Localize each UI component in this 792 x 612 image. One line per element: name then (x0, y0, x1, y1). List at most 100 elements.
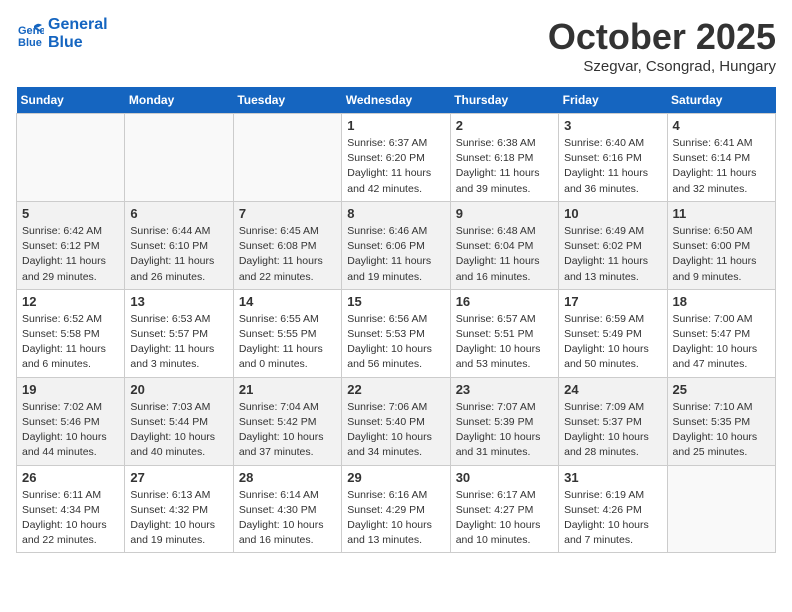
day-info: Sunrise: 6:44 AM Sunset: 6:10 PM Dayligh… (130, 224, 227, 285)
calendar-week-4: 19 Sunrise: 7:02 AM Sunset: 5:46 PM Dayli… (17, 377, 776, 465)
calendar-cell: 23 Sunrise: 7:07 AM Sunset: 5:39 PM Dayli… (450, 377, 558, 465)
day-number: 17 (564, 294, 661, 309)
calendar-cell: 24 Sunrise: 7:09 AM Sunset: 5:37 PM Dayli… (559, 377, 667, 465)
calendar-cell: 11 Sunrise: 6:50 AM Sunset: 6:00 PM Dayli… (667, 201, 775, 289)
day-number: 4 (673, 118, 770, 133)
calendar-cell: 19 Sunrise: 7:02 AM Sunset: 5:46 PM Dayli… (17, 377, 125, 465)
day-number: 5 (22, 206, 119, 221)
day-info: Sunrise: 6:13 AM Sunset: 4:32 PM Dayligh… (130, 488, 227, 549)
day-info: Sunrise: 6:14 AM Sunset: 4:30 PM Dayligh… (239, 488, 336, 549)
day-info: Sunrise: 6:56 AM Sunset: 5:53 PM Dayligh… (347, 312, 444, 373)
day-number: 8 (347, 206, 444, 221)
day-number: 13 (130, 294, 227, 309)
calendar-cell (667, 465, 775, 553)
column-header-friday: Friday (559, 87, 667, 114)
calendar-week-5: 26Sunrise: 6:11 AM Sunset: 4:34 PM Dayli… (17, 465, 776, 553)
calendar-cell: 22Sunrise: 7:06 AM Sunset: 5:40 PM Dayli… (342, 377, 450, 465)
calendar-cell: 3Sunrise: 6:40 AM Sunset: 6:16 PM Daylig… (559, 114, 667, 202)
calendar-cell: 2Sunrise: 6:38 AM Sunset: 6:18 PM Daylig… (450, 114, 558, 202)
column-header-monday: Monday (125, 87, 233, 114)
calendar-cell: 25 Sunrise: 7:10 AM Sunset: 5:35 PM Dayli… (667, 377, 775, 465)
column-header-saturday: Saturday (667, 87, 775, 114)
day-number: 12 (22, 294, 119, 309)
logo-icon: General Blue (16, 20, 44, 48)
day-number: 6 (130, 206, 227, 221)
calendar-cell: 18Sunrise: 7:00 AM Sunset: 5:47 PM Dayli… (667, 289, 775, 377)
day-info: Sunrise: 7:02 AM Sunset: 5:46 PM Dayligh… (22, 400, 119, 461)
day-number: 23 (456, 382, 553, 397)
day-number: 28 (239, 470, 336, 485)
day-info: Sunrise: 7:07 AM Sunset: 5:39 PM Dayligh… (456, 400, 553, 461)
day-info: Sunrise: 6:48 AM Sunset: 6:04 PM Dayligh… (456, 224, 553, 285)
calendar-cell: 12 Sunrise: 6:52 AM Sunset: 5:58 PM Dayli… (17, 289, 125, 377)
day-info: Sunrise: 6:37 AM Sunset: 6:20 PM Dayligh… (347, 136, 444, 197)
day-info: Sunrise: 7:06 AM Sunset: 5:40 PM Dayligh… (347, 400, 444, 461)
day-number: 24 (564, 382, 661, 397)
day-number: 18 (673, 294, 770, 309)
day-number: 2 (456, 118, 553, 133)
day-number: 3 (564, 118, 661, 133)
month-title: October 2025 (548, 16, 776, 58)
day-info: Sunrise: 6:59 AM Sunset: 5:49 PM Dayligh… (564, 312, 661, 373)
calendar-cell: 4 Sunrise: 6:41 AM Sunset: 6:14 PM Daylig… (667, 114, 775, 202)
day-number: 7 (239, 206, 336, 221)
calendar-cell: 30 Sunrise: 6:17 AM Sunset: 4:27 PM Dayli… (450, 465, 558, 553)
calendar-cell: 10Sunrise: 6:49 AM Sunset: 6:02 PM Dayli… (559, 201, 667, 289)
calendar-cell: 5 Sunrise: 6:42 AM Sunset: 6:12 PM Daylig… (17, 201, 125, 289)
day-info: Sunrise: 6:16 AM Sunset: 4:29 PM Dayligh… (347, 488, 444, 549)
day-info: Sunrise: 7:09 AM Sunset: 5:37 PM Dayligh… (564, 400, 661, 461)
calendar-cell (17, 114, 125, 202)
calendar-cell (233, 114, 341, 202)
day-info: Sunrise: 6:49 AM Sunset: 6:02 PM Dayligh… (564, 224, 661, 285)
calendar-cell: 17 Sunrise: 6:59 AM Sunset: 5:49 PM Dayli… (559, 289, 667, 377)
day-info: Sunrise: 6:42 AM Sunset: 6:12 PM Dayligh… (22, 224, 119, 285)
title-block: October 2025 Szegvar, Csongrad, Hungary (548, 16, 776, 75)
calendar-cell: 1Sunrise: 6:37 AM Sunset: 6:20 PM Daylig… (342, 114, 450, 202)
calendar-week-2: 5 Sunrise: 6:42 AM Sunset: 6:12 PM Daylig… (17, 201, 776, 289)
calendar-cell: 16Sunrise: 6:57 AM Sunset: 5:51 PM Dayli… (450, 289, 558, 377)
day-info: Sunrise: 6:17 AM Sunset: 4:27 PM Dayligh… (456, 488, 553, 549)
header-row: SundayMondayTuesdayWednesdayThursdayFrid… (17, 87, 776, 114)
day-number: 27 (130, 470, 227, 485)
location: Szegvar, Csongrad, Hungary (548, 58, 776, 75)
calendar-cell: 26Sunrise: 6:11 AM Sunset: 4:34 PM Dayli… (17, 465, 125, 553)
column-header-tuesday: Tuesday (233, 87, 341, 114)
day-number: 20 (130, 382, 227, 397)
day-info: Sunrise: 6:55 AM Sunset: 5:55 PM Dayligh… (239, 312, 336, 373)
column-header-wednesday: Wednesday (342, 87, 450, 114)
day-info: Sunrise: 6:57 AM Sunset: 5:51 PM Dayligh… (456, 312, 553, 373)
calendar-cell: 20 Sunrise: 7:03 AM Sunset: 5:44 PM Dayli… (125, 377, 233, 465)
day-number: 25 (673, 382, 770, 397)
day-number: 31 (564, 470, 661, 485)
day-number: 30 (456, 470, 553, 485)
day-info: Sunrise: 6:53 AM Sunset: 5:57 PM Dayligh… (130, 312, 227, 373)
day-info: Sunrise: 6:52 AM Sunset: 5:58 PM Dayligh… (22, 312, 119, 373)
day-number: 11 (673, 206, 770, 221)
day-number: 29 (347, 470, 444, 485)
calendar-cell: 9 Sunrise: 6:48 AM Sunset: 6:04 PM Daylig… (450, 201, 558, 289)
calendar-cell: 8Sunrise: 6:46 AM Sunset: 6:06 PM Daylig… (342, 201, 450, 289)
calendar-cell (125, 114, 233, 202)
logo-text: GeneralBlue (48, 16, 108, 51)
column-header-thursday: Thursday (450, 87, 558, 114)
calendar-cell: 7Sunrise: 6:45 AM Sunset: 6:08 PM Daylig… (233, 201, 341, 289)
calendar-cell: 13 Sunrise: 6:53 AM Sunset: 5:57 PM Dayli… (125, 289, 233, 377)
calendar-cell: 28 Sunrise: 6:14 AM Sunset: 4:30 PM Dayli… (233, 465, 341, 553)
day-number: 14 (239, 294, 336, 309)
day-info: Sunrise: 7:03 AM Sunset: 5:44 PM Dayligh… (130, 400, 227, 461)
day-info: Sunrise: 6:19 AM Sunset: 4:26 PM Dayligh… (564, 488, 661, 549)
calendar-cell: 29 Sunrise: 6:16 AM Sunset: 4:29 PM Dayli… (342, 465, 450, 553)
day-number: 9 (456, 206, 553, 221)
day-info: Sunrise: 6:50 AM Sunset: 6:00 PM Dayligh… (673, 224, 770, 285)
day-info: Sunrise: 7:10 AM Sunset: 5:35 PM Dayligh… (673, 400, 770, 461)
calendar-cell: 15Sunrise: 6:56 AM Sunset: 5:53 PM Dayli… (342, 289, 450, 377)
calendar-cell: 21Sunrise: 7:04 AM Sunset: 5:42 PM Dayli… (233, 377, 341, 465)
day-number: 19 (22, 382, 119, 397)
calendar-cell: 27 Sunrise: 6:13 AM Sunset: 4:32 PM Dayli… (125, 465, 233, 553)
page-header: General Blue GeneralBlue October 2025 Sz… (16, 16, 776, 75)
logo: General Blue GeneralBlue (16, 16, 108, 51)
day-number: 26 (22, 470, 119, 485)
day-info: Sunrise: 6:41 AM Sunset: 6:14 PM Dayligh… (673, 136, 770, 197)
column-header-sunday: Sunday (17, 87, 125, 114)
calendar-table: SundayMondayTuesdayWednesdayThursdayFrid… (16, 87, 776, 553)
